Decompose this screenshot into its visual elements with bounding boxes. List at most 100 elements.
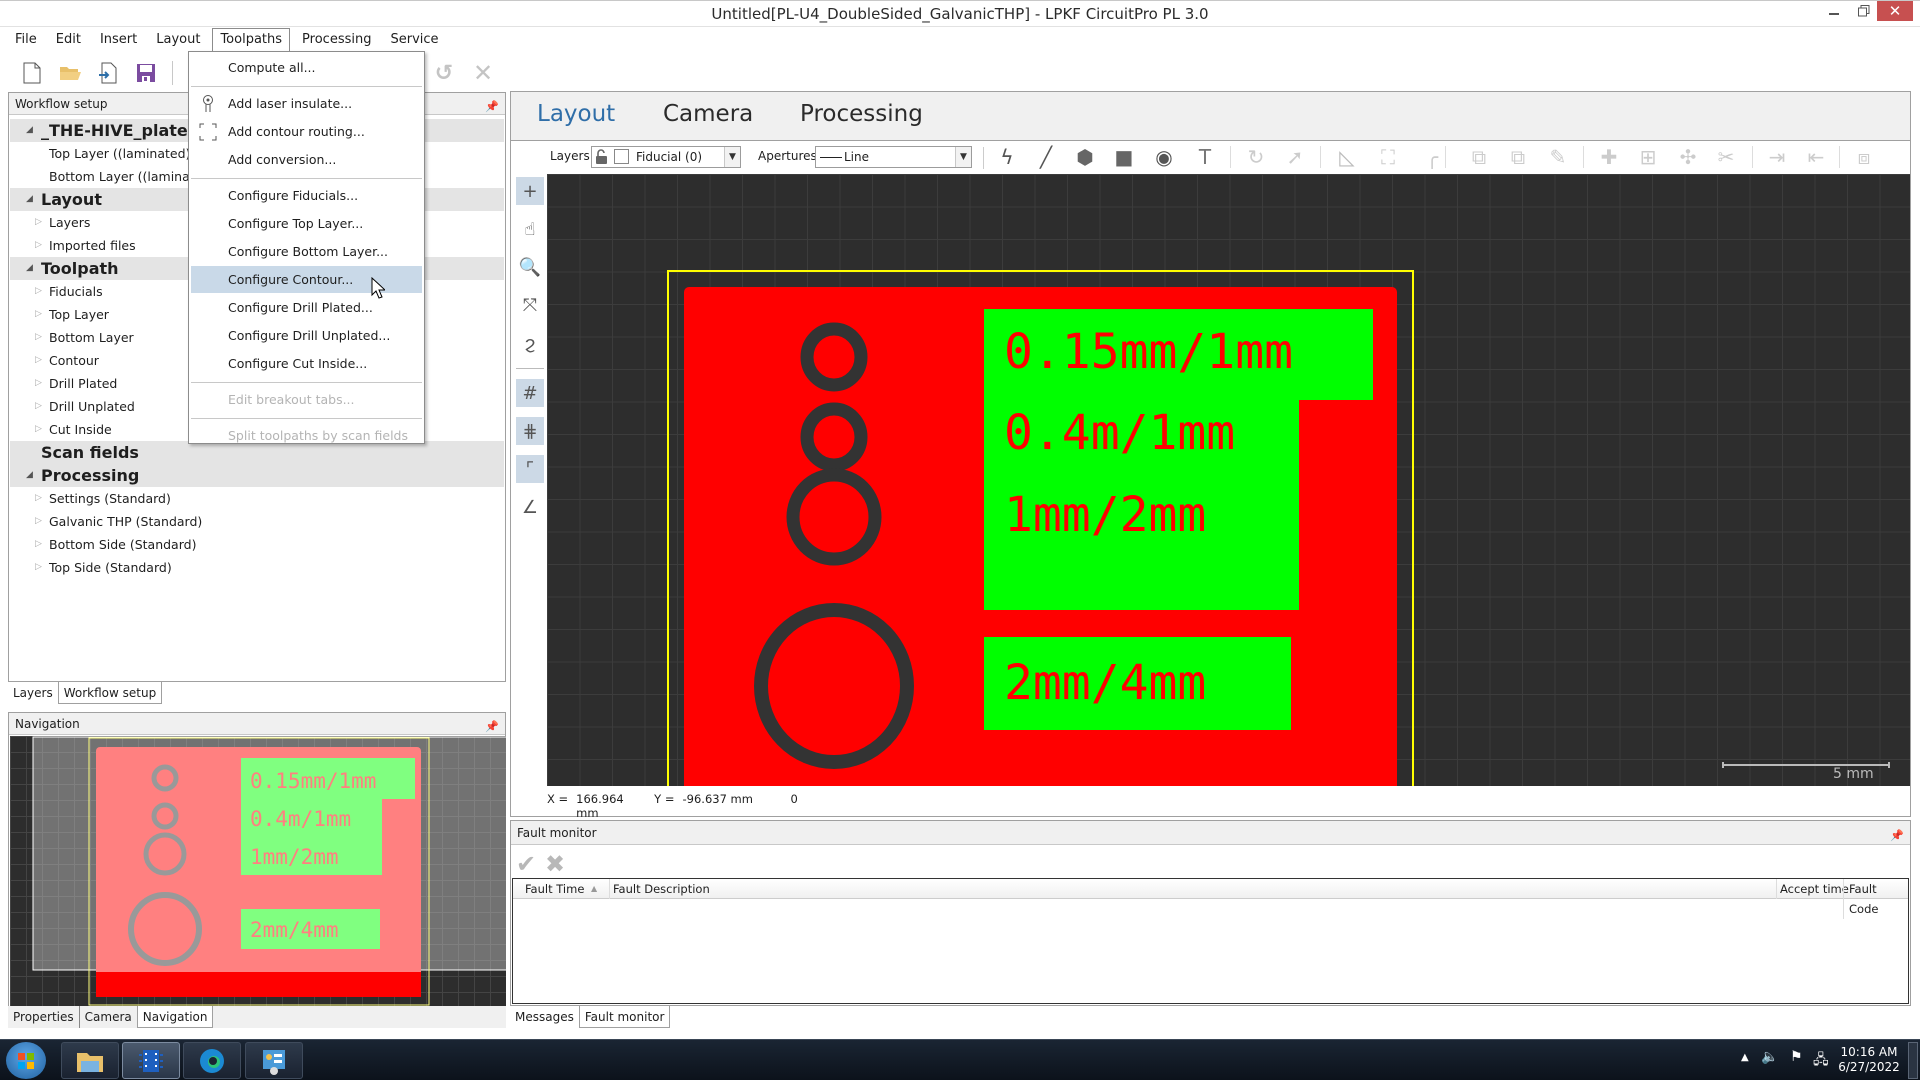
origin-tool-button[interactable]: ⌜: [516, 455, 544, 483]
menu-item-configure-drill-unplated[interactable]: Configure Drill Unplated...: [191, 322, 422, 349]
angle-tool-button[interactable]: ∠: [516, 493, 544, 521]
lock-icon[interactable]: [595, 149, 609, 165]
copy-tool-button[interactable]: ⧉: [1466, 144, 1492, 170]
crosshair-tool-button[interactable]: +: [516, 177, 544, 205]
navigation-preview[interactable]: 0.15mm/1mm 0.4m/1mm 1mm/2mm 2mm/4mm: [10, 736, 506, 1006]
expand-arrow-icon[interactable]: ◢: [26, 119, 33, 142]
hand-pan-tool-button[interactable]: ☝: [516, 215, 544, 243]
menu-item-add-contour-routing[interactable]: Add contour routing...: [191, 118, 422, 145]
collapse-arrow-icon[interactable]: ▷: [35, 280, 42, 303]
tree-item[interactable]: ▷ Bottom Side (Standard): [10, 533, 504, 556]
collapse-arrow-icon[interactable]: ▷: [35, 326, 42, 349]
menu-service[interactable]: Service: [383, 29, 445, 51]
export-tool-button[interactable]: ⇥: [1764, 144, 1790, 170]
collapse-arrow-icon[interactable]: ▷: [35, 556, 42, 579]
minimize-button[interactable]: [1817, 1, 1851, 21]
import-tool-button[interactable]: ⇤: [1803, 144, 1829, 170]
tree-item[interactable]: ▷ Galvanic THP (Standard): [10, 510, 504, 533]
align-tool-button[interactable]: ⊞: [1635, 144, 1661, 170]
menu-item-configure-bottom-layer[interactable]: Configure Bottom Layer...: [191, 238, 422, 265]
tab-properties[interactable]: Properties: [8, 1006, 80, 1028]
polygon-tool-button[interactable]: ⬢: [1072, 144, 1098, 170]
tab-fault-monitor[interactable]: Fault monitor: [578, 1006, 671, 1028]
collapse-arrow-icon[interactable]: ▷: [35, 487, 42, 510]
new-file-button[interactable]: [20, 60, 44, 86]
tree-item[interactable]: ▷ Top Side (Standard): [10, 556, 504, 579]
menu-item-add-laser-insulate[interactable]: Add laser insulate...: [191, 90, 422, 117]
collapse-arrow-icon[interactable]: ▷: [35, 418, 42, 441]
flash-tool-button[interactable]: ϟ: [994, 144, 1020, 170]
tree-item[interactable]: ▷ Settings (Standard): [10, 487, 504, 510]
chevron-down-icon[interactable]: ▼: [955, 147, 971, 167]
tab-camera-main[interactable]: Camera: [663, 101, 753, 127]
open-button[interactable]: [58, 60, 82, 86]
menu-layout[interactable]: Layout: [149, 29, 207, 51]
save-button[interactable]: [134, 60, 158, 86]
move-tool-button[interactable]: ➚: [1282, 144, 1308, 170]
tab-layers[interactable]: Layers: [8, 682, 58, 704]
import-button[interactable]: [96, 60, 120, 86]
reject-fault-button[interactable]: ✖: [545, 850, 565, 878]
snap-grid-tool-button[interactable]: ⋕: [516, 417, 544, 445]
layer-visibility-checkbox[interactable]: [614, 149, 629, 164]
menu-edit[interactable]: Edit: [49, 29, 88, 51]
tab-navigation[interactable]: Navigation: [136, 1006, 214, 1028]
show-desktop-button[interactable]: [1908, 1042, 1918, 1079]
menu-toolpaths[interactable]: Toolpaths: [212, 28, 291, 52]
tab-messages[interactable]: Messages: [510, 1006, 579, 1028]
menu-item-configure-cut-inside[interactable]: Configure Cut Inside...: [191, 350, 422, 377]
expand-arrow-icon[interactable]: ◢: [26, 257, 33, 280]
col-accept-time[interactable]: Accept time: [1776, 879, 1849, 899]
menu-item-configure-drill-plated[interactable]: Configure Drill Plated...: [191, 294, 422, 321]
arc-tool-button[interactable]: ╭: [1419, 144, 1445, 170]
tab-processing-main[interactable]: Processing: [800, 101, 923, 127]
rectangle-tool-button[interactable]: ■: [1111, 144, 1137, 170]
pin-icon[interactable]: 📌: [485, 716, 499, 738]
collapse-arrow-icon[interactable]: ▷: [35, 533, 42, 556]
mirror-tool-button[interactable]: ◺: [1334, 144, 1360, 170]
accept-fault-button[interactable]: ✔: [516, 850, 536, 878]
close-button[interactable]: ✕: [1877, 1, 1913, 21]
taskbar-control-panel[interactable]: [245, 1042, 303, 1079]
add-node-tool-button[interactable]: ✚: [1596, 144, 1622, 170]
action-center-flag-icon[interactable]: ⚑: [1790, 1049, 1803, 1065]
line-tool-button[interactable]: ╱: [1033, 144, 1059, 170]
layer-select[interactable]: Fiducial (0) ▼: [591, 146, 741, 168]
paste-tool-button[interactable]: ⧉: [1505, 144, 1531, 170]
move-node-tool-button[interactable]: ✣: [1675, 144, 1701, 170]
grid-tool-button[interactable]: #: [516, 379, 544, 407]
menu-item-compute-all[interactable]: Compute all...: [191, 54, 422, 81]
menu-insert[interactable]: Insert: [93, 29, 144, 51]
network-icon[interactable]: 🖧: [1813, 1049, 1829, 1073]
volume-icon[interactable]: 🔈: [1761, 1049, 1778, 1065]
cut-tool-button[interactable]: ✂: [1713, 144, 1739, 170]
col-fault-code[interactable]: Fault Code: [1843, 879, 1908, 919]
collapse-arrow-icon[interactable]: ▷: [35, 303, 42, 326]
cancel-button[interactable]: ✕: [471, 59, 495, 87]
taskbar-circuitpro[interactable]: [122, 1042, 180, 1079]
collapse-arrow-icon[interactable]: ▷: [35, 234, 42, 257]
menu-item-configure-top-layer[interactable]: Configure Top Layer...: [191, 210, 422, 237]
edit-tool-button[interactable]: ✎: [1545, 144, 1571, 170]
start-button[interactable]: [6, 1042, 46, 1079]
menu-item-add-conversion[interactable]: Add conversion...: [191, 146, 422, 173]
taskbar-file-explorer[interactable]: [61, 1042, 119, 1079]
menu-file[interactable]: File: [8, 29, 44, 51]
tree-item[interactable]: ◢ Processing: [10, 464, 504, 487]
layout-canvas[interactable]: 0.15mm/1mm 0.4m/1mm 1mm/2mm 2mm/4mm 5 mm: [547, 174, 1910, 786]
pin-icon[interactable]: 📌: [1890, 824, 1904, 848]
collapse-arrow-icon[interactable]: ▷: [35, 211, 42, 234]
collapse-arrow-icon[interactable]: ▷: [35, 395, 42, 418]
col-fault-description[interactable]: Fault Description: [609, 879, 710, 899]
menu-processing[interactable]: Processing: [295, 29, 378, 51]
clock[interactable]: 10:16 AM 6/27/2022: [1838, 1045, 1900, 1075]
group-tool-button[interactable]: ⧈: [1851, 144, 1877, 170]
tab-layout[interactable]: Layout: [537, 101, 615, 127]
chevron-down-icon[interactable]: ▼: [724, 147, 740, 167]
expand-arrow-icon[interactable]: ◢: [26, 464, 33, 487]
menu-item-configure-fiducials[interactable]: Configure Fiducials...: [191, 182, 422, 209]
collapse-arrow-icon[interactable]: ▷: [35, 349, 42, 372]
circle-tool-button[interactable]: ◉: [1151, 144, 1177, 170]
tab-camera[interactable]: Camera: [80, 1006, 137, 1028]
aperture-select[interactable]: Line ▼: [815, 146, 972, 168]
